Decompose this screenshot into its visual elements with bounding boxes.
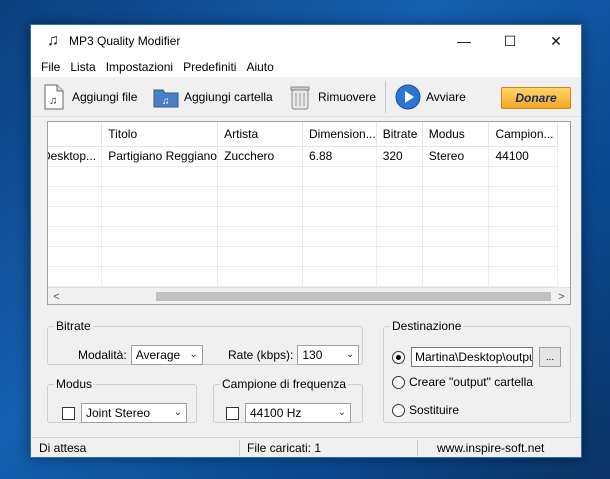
- play-icon: [395, 83, 421, 111]
- menu-predefiniti[interactable]: Predefiniti: [183, 60, 236, 74]
- chevron-down-icon: ⌄: [337, 407, 346, 418]
- horizontal-scrollbar[interactable]: < >: [48, 287, 570, 304]
- modus-checkbox[interactable]: [62, 406, 75, 420]
- create-output-label[interactable]: Creare "output" cartella: [409, 375, 533, 389]
- column-header-titolo[interactable]: Titolo: [101, 122, 219, 147]
- empty-row: [48, 186, 558, 207]
- status-bar: Di attesa File caricati: 1 www.inspire-s…: [31, 437, 581, 457]
- modus-value: Joint Stereo: [86, 406, 151, 420]
- column-header-campion[interactable]: Campion...: [488, 122, 558, 147]
- add-files-label: Aggiungi file: [72, 90, 138, 104]
- cell-bitrate: 320: [376, 146, 423, 167]
- file-music-icon: ♫: [41, 83, 67, 111]
- column-header-dimension[interactable]: Dimension...: [302, 122, 377, 147]
- destination-path-input[interactable]: Martina\Desktop\output\: [411, 347, 533, 367]
- app-window: ♫ MP3 Quality Modifier — ☐ ✕ File Lista …: [30, 24, 582, 458]
- close-button[interactable]: ✕: [533, 25, 579, 57]
- column-header-bitrate[interactable]: Bitrate: [376, 122, 423, 147]
- menu-bar: File Lista Impostazioni Predefiniti Aiut…: [31, 57, 581, 77]
- empty-row: [48, 246, 558, 267]
- mode-label: Modalità:: [78, 348, 127, 362]
- modus-legend: Modus: [56, 377, 93, 391]
- destination-group: Destinazione Martina\Desktop\output\ ...…: [383, 319, 571, 423]
- table-header-row: Titolo Artista Dimension... Bitrate Modu…: [48, 122, 558, 147]
- empty-row: [48, 226, 558, 247]
- radio-create-output[interactable]: [392, 375, 405, 389]
- radio-custom-path[interactable]: [392, 350, 405, 364]
- empty-row: [48, 206, 558, 227]
- menu-aiuto[interactable]: Aiuto: [246, 60, 273, 74]
- status-files-loaded: File caricati: 1: [247, 441, 322, 455]
- empty-row: [48, 266, 558, 287]
- mode-value: Average: [135, 348, 181, 362]
- destination-legend: Destinazione: [392, 319, 462, 333]
- cell-path: Desktop...: [48, 146, 103, 167]
- title-bar: ♫ MP3 Quality Modifier — ☐ ✕: [31, 25, 581, 57]
- column-header-path[interactable]: [48, 122, 103, 147]
- frequency-legend: Campione di frequenza: [222, 377, 347, 391]
- replace-label[interactable]: Sostituire: [409, 403, 459, 417]
- svg-text:♫: ♫: [49, 95, 57, 107]
- browse-button[interactable]: ...: [539, 347, 561, 367]
- bitrate-legend: Bitrate: [56, 319, 91, 333]
- status-divider: [417, 440, 418, 456]
- rate-value: 130: [302, 348, 323, 362]
- mode-select[interactable]: Average ⌄: [130, 345, 203, 365]
- donate-button[interactable]: Donare: [501, 87, 571, 109]
- toolbar: ♫ Aggiungi file ♫ Aggiungi cartella Rimu…: [31, 77, 581, 117]
- start-button[interactable]: Avviare: [395, 79, 466, 115]
- start-label: Avviare: [426, 90, 466, 104]
- bitrate-group: Bitrate Modalità: Average ⌄ Rate (kbps):…: [47, 319, 363, 365]
- add-files-button[interactable]: ♫ Aggiungi file: [41, 79, 137, 115]
- column-header-artista[interactable]: Artista: [217, 122, 303, 147]
- status-divider: [239, 440, 240, 456]
- cell-dimension: 6.88: [302, 146, 377, 167]
- toolbar-separator: [385, 81, 386, 113]
- frequency-select[interactable]: 44100 Hz ⌄: [245, 403, 351, 423]
- cell-titolo: Partigiano Reggiano: [101, 146, 219, 167]
- file-list-table[interactable]: Titolo Artista Dimension... Bitrate Modu…: [47, 121, 571, 305]
- frequency-group: Campione di frequenza 44100 Hz ⌄: [213, 377, 363, 423]
- maximize-button[interactable]: ☐: [487, 25, 533, 57]
- scroll-right-icon[interactable]: >: [553, 288, 570, 304]
- chevron-down-icon: ⌄: [345, 349, 355, 360]
- add-folder-button[interactable]: ♫ Aggiungi cartella: [153, 79, 273, 115]
- menu-lista[interactable]: Lista: [70, 60, 95, 74]
- frequency-value: 44100 Hz: [250, 406, 302, 420]
- folder-music-icon: ♫: [153, 83, 179, 111]
- scroll-left-icon[interactable]: <: [48, 288, 65, 304]
- remove-button[interactable]: Rimuovere: [287, 79, 376, 115]
- remove-label: Rimuovere: [318, 90, 377, 104]
- status-state: Di attesa: [39, 441, 87, 455]
- scrollbar-thumb[interactable]: [156, 292, 551, 301]
- chevron-down-icon: ⌄: [189, 349, 198, 360]
- minimize-button[interactable]: —: [441, 25, 487, 57]
- cell-campion: 44100: [488, 146, 558, 167]
- svg-text:♫: ♫: [162, 96, 170, 107]
- table-row[interactable]: Desktop... Partigiano Reggiano Zucchero …: [48, 146, 558, 167]
- trash-icon: [287, 83, 313, 111]
- modus-group: Modus Joint Stereo ⌄: [47, 377, 197, 423]
- chevron-down-icon: ⌄: [173, 407, 182, 418]
- empty-row: [48, 166, 558, 187]
- cell-modus: Stereo: [422, 146, 490, 167]
- cell-artista: Zucchero: [217, 146, 303, 167]
- rate-label: Rate (kbps):: [228, 348, 294, 362]
- status-website[interactable]: www.inspire-soft.net: [431, 438, 544, 458]
- radio-replace[interactable]: [392, 403, 405, 417]
- modus-select[interactable]: Joint Stereo ⌄: [81, 403, 187, 423]
- rate-select[interactable]: 130 ⌄: [297, 345, 360, 365]
- column-header-modus[interactable]: Modus: [422, 122, 490, 147]
- window-title: MP3 Quality Modifier: [69, 34, 181, 48]
- menu-impostazioni[interactable]: Impostazioni: [106, 60, 173, 74]
- add-folder-label: Aggiungi cartella: [184, 90, 273, 104]
- menu-file[interactable]: File: [41, 60, 60, 74]
- frequency-checkbox[interactable]: [226, 406, 239, 420]
- music-note-icon: ♫: [47, 32, 59, 49]
